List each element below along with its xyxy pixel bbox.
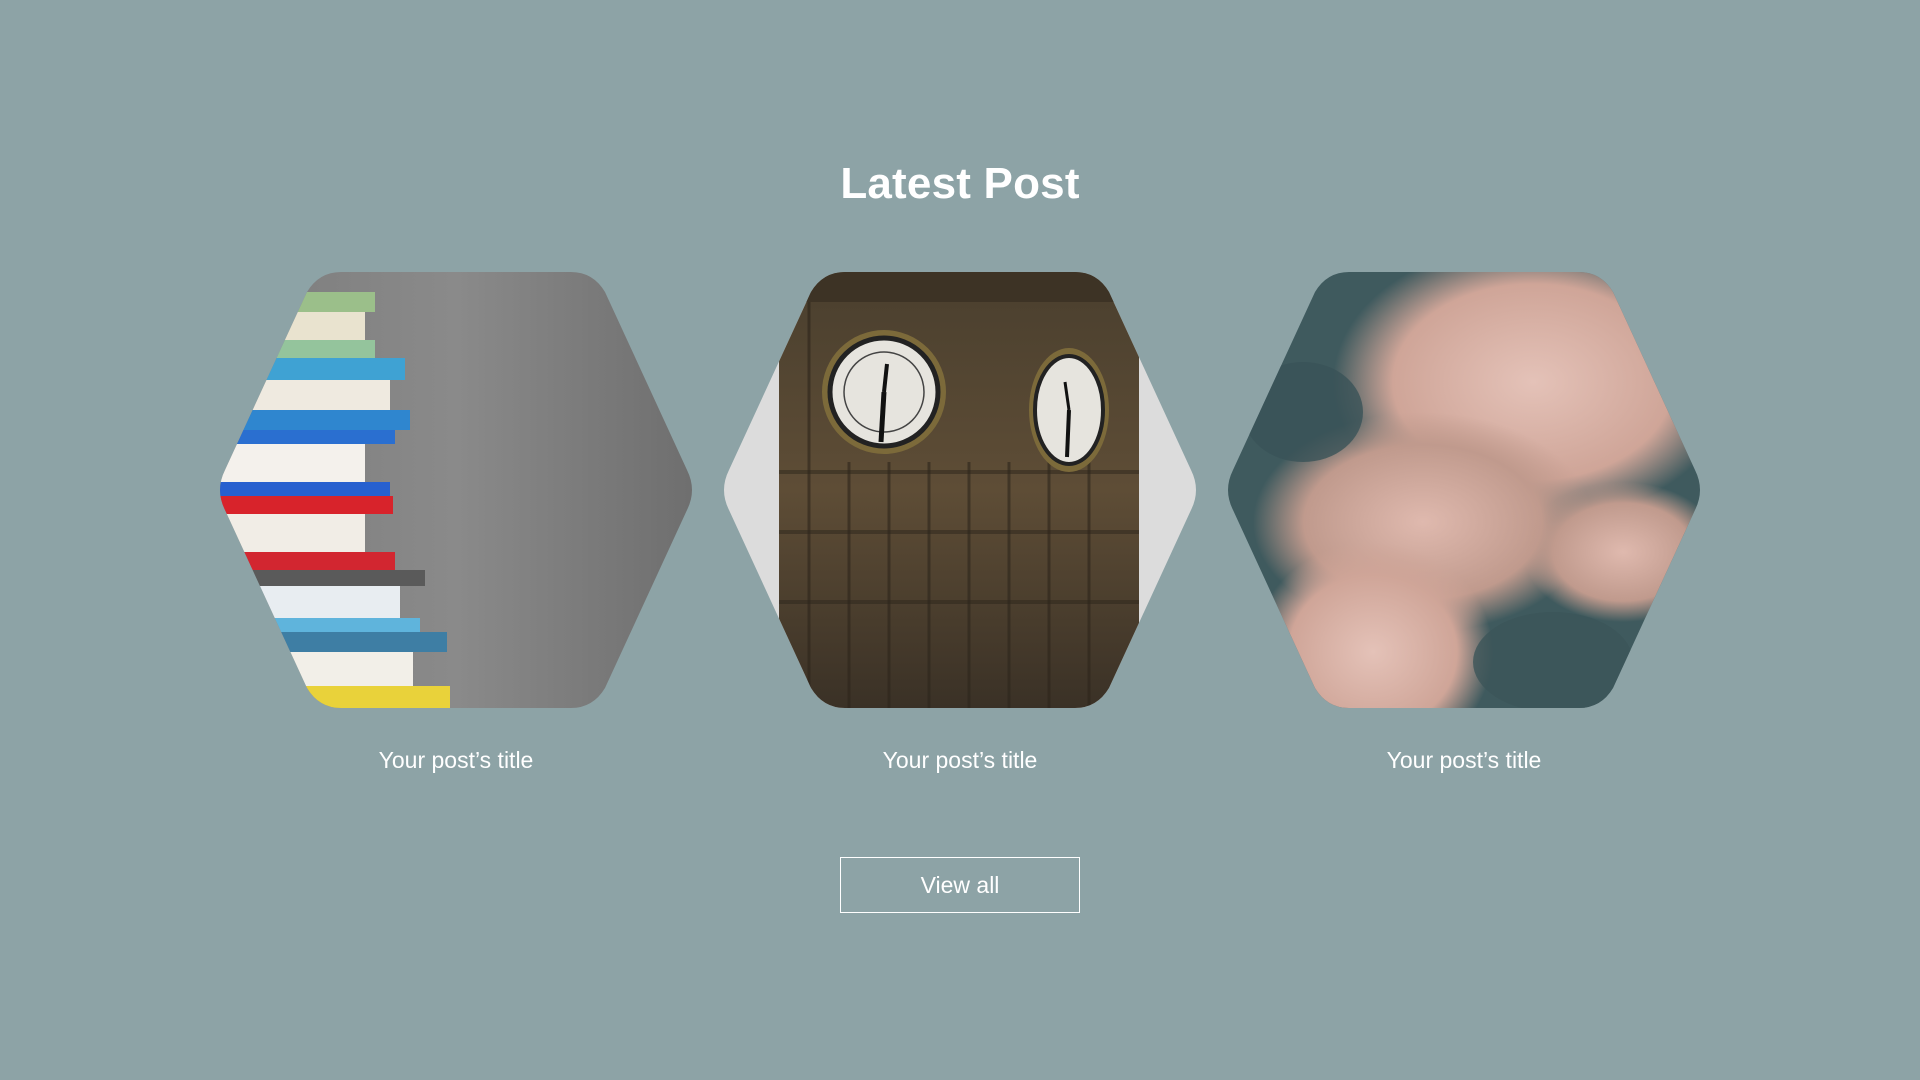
post-image-books[interactable]: [215, 272, 697, 708]
post-title-link[interactable]: Your post’s title: [1223, 744, 1705, 776]
latest-post-section: Latest Post Your post’s title Your post’…: [0, 0, 1920, 1080]
post-card-3[interactable]: Your post’s title: [1223, 272, 1705, 773]
view-all-button[interactable]: View all: [840, 857, 1080, 913]
post-card-1[interactable]: Your post’s title: [215, 272, 697, 773]
post-title-link[interactable]: Your post’s title: [719, 744, 1201, 776]
post-image-clouds[interactable]: [1223, 272, 1705, 708]
post-card-2[interactable]: Your post’s title: [719, 272, 1201, 773]
post-image-clock-tower[interactable]: [719, 272, 1201, 708]
section-heading: Latest Post: [840, 159, 1080, 208]
post-title-link[interactable]: Your post’s title: [215, 744, 697, 776]
